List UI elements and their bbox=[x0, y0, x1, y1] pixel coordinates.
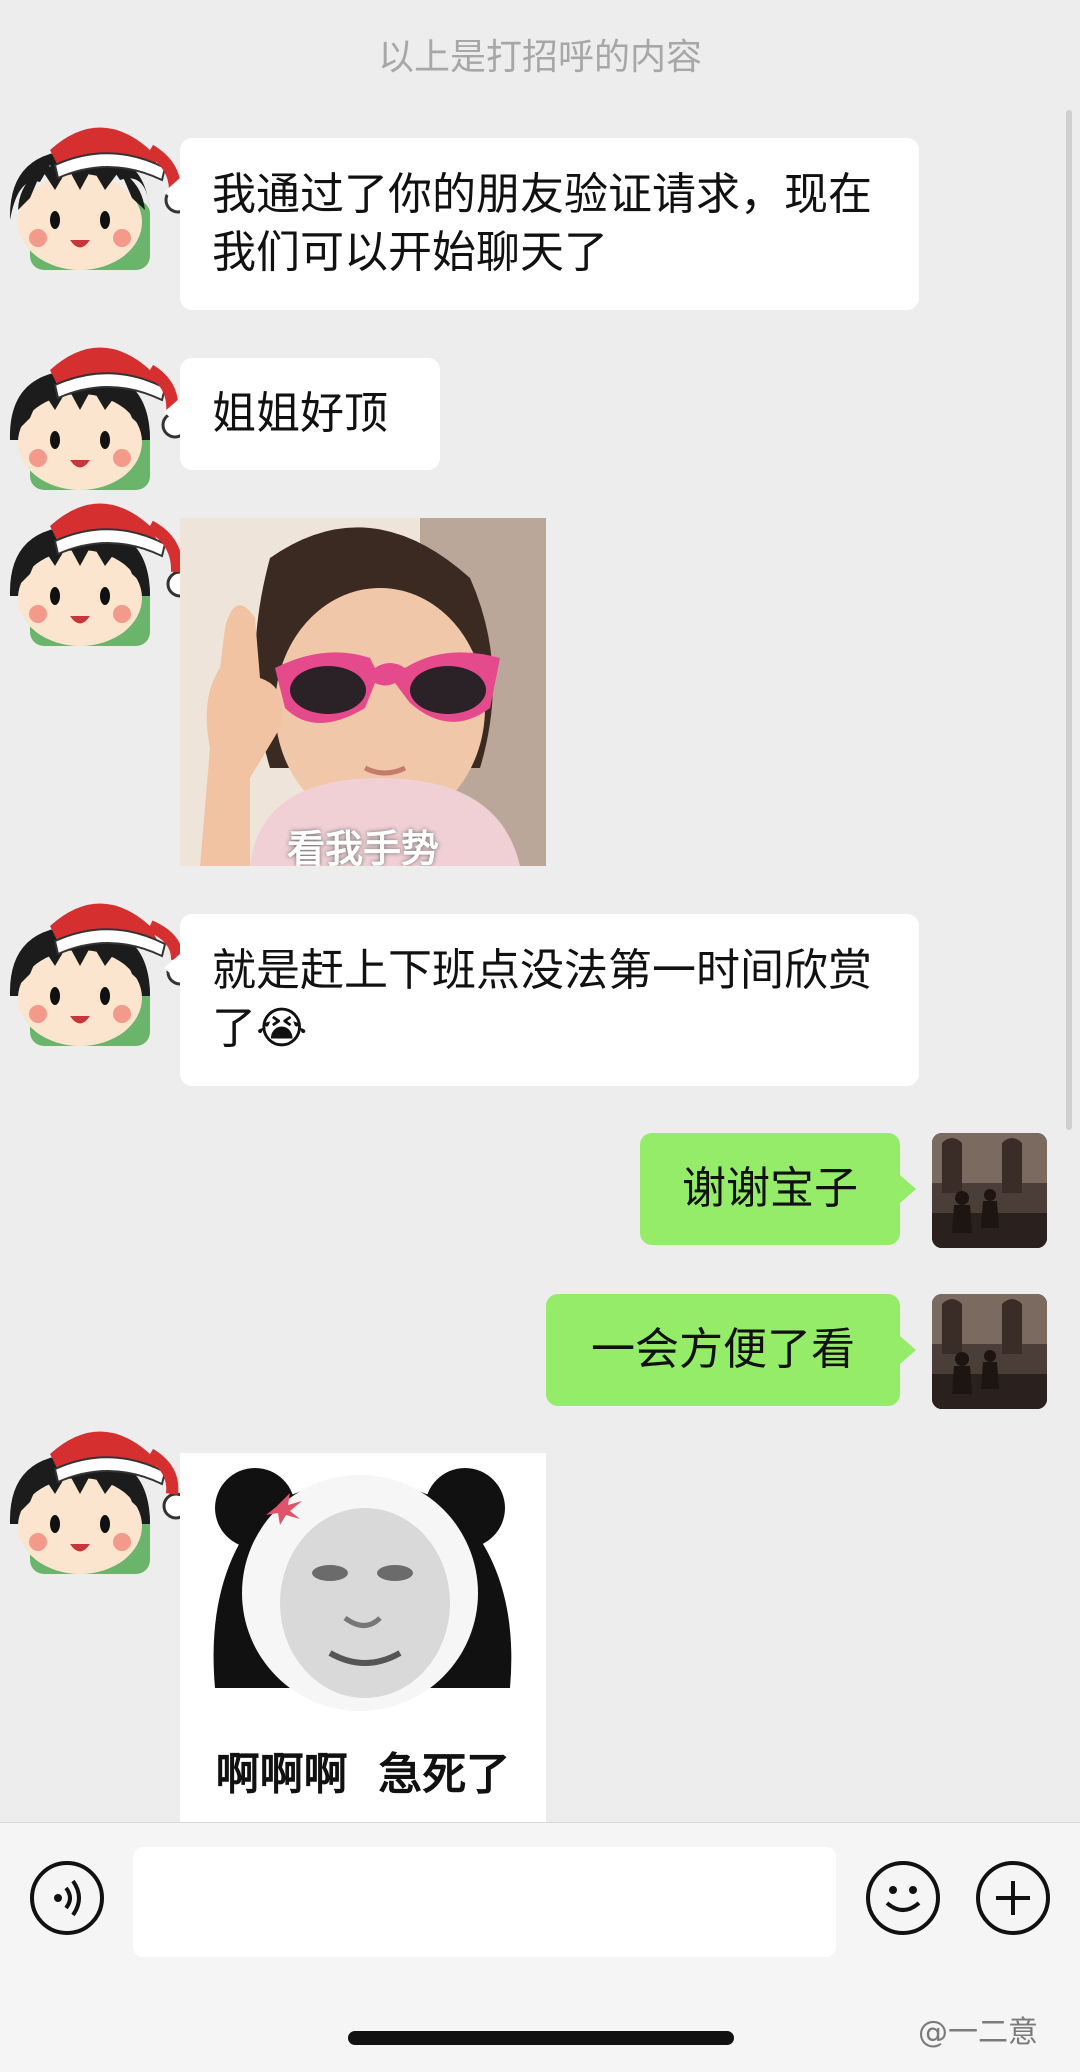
maruko-avatar-icon bbox=[9, 347, 189, 490]
self-avatar[interactable] bbox=[932, 1294, 1047, 1409]
crying-laughing-emoji: 😭 bbox=[256, 1003, 308, 1054]
plus-glyph bbox=[996, 1881, 1030, 1915]
smiley-glyph bbox=[885, 1886, 921, 1912]
voice-icon[interactable] bbox=[30, 1861, 104, 1935]
message-text: 姐姐好顶 bbox=[212, 388, 388, 439]
sticker-caption: 啊啊啊 急死了 bbox=[215, 1749, 511, 1800]
self-avatar[interactable] bbox=[932, 1133, 1047, 1248]
self-avatar-photo bbox=[932, 1133, 1047, 1248]
home-indicator[interactable] bbox=[348, 2031, 734, 2045]
sticker-sunglasses[interactable]: 看我手势 bbox=[180, 518, 546, 866]
system-note: 以上是打招呼的内容 bbox=[377, 37, 702, 78]
maruko-avatar-icon bbox=[9, 1431, 190, 1574]
contact-avatar[interactable] bbox=[0, 330, 190, 490]
sticker-panda[interactable]: 啊啊啊 急死了 bbox=[180, 1453, 546, 1822]
contact-avatar[interactable] bbox=[0, 1414, 190, 1574]
message-bubble-outgoing[interactable]: 一会方便了看 bbox=[546, 1294, 916, 1406]
message-bubble-incoming[interactable]: 姐姐好顶 bbox=[164, 358, 440, 470]
voice-wave-glyph bbox=[54, 1879, 81, 1917]
toddler-sunglasses-image bbox=[180, 518, 546, 866]
message-text: 就是赶上下班点没法第一时间欣赏了 bbox=[212, 945, 872, 1054]
message-text: 谢谢宝子 bbox=[682, 1163, 858, 1214]
sticker-caption: 看我手势 bbox=[286, 827, 439, 866]
message-bubble-incoming[interactable]: 就是赶上下班点没法第一时间欣赏了😭 bbox=[164, 914, 919, 1086]
message-input[interactable] bbox=[133, 1847, 836, 1957]
maruko-avatar-icon bbox=[9, 503, 194, 646]
contact-avatar[interactable] bbox=[0, 486, 194, 646]
plus-icon[interactable] bbox=[976, 1861, 1050, 1935]
maruko-avatar-icon bbox=[9, 127, 192, 270]
message-text: 我通过了你的朋友验证请求，现在我们可以开始聊天了 bbox=[212, 169, 872, 278]
maruko-avatar-icon bbox=[9, 903, 194, 1046]
emoji-icon[interactable] bbox=[866, 1861, 940, 1935]
contact-avatar[interactable] bbox=[0, 110, 192, 270]
message-text: 一会方便了看 bbox=[591, 1324, 855, 1375]
message-bubble-outgoing[interactable]: 谢谢宝子 bbox=[640, 1133, 916, 1245]
message-bubble-incoming[interactable]: 我通过了你的朋友验证请求，现在我们可以开始聊天了 bbox=[164, 138, 919, 310]
self-avatar-photo bbox=[932, 1294, 1047, 1409]
weibo-watermark: @一二意 bbox=[918, 2015, 1038, 2050]
scrollbar[interactable] bbox=[1066, 110, 1072, 1130]
contact-avatar[interactable] bbox=[0, 886, 194, 1046]
